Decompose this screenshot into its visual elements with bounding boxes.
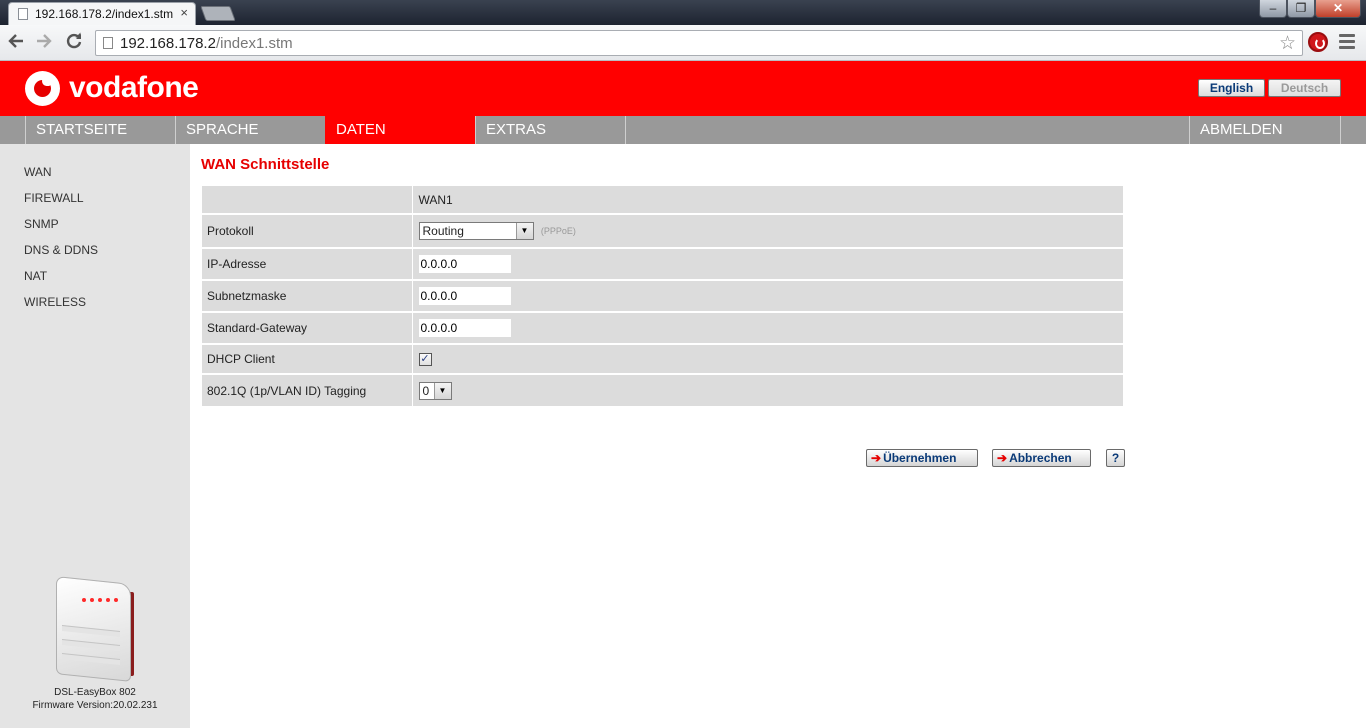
adblock-icon[interactable] bbox=[1308, 32, 1328, 52]
table-header-row: WAN1 bbox=[202, 186, 1123, 215]
tab-close-icon[interactable]: × bbox=[180, 5, 188, 21]
vlan-tagging-select[interactable]: 0 ▼ bbox=[418, 381, 452, 400]
star-icon[interactable]: ☆ bbox=[1279, 32, 1296, 55]
nav-extras[interactable]: EXTRAS bbox=[475, 116, 626, 144]
back-arrow-icon[interactable] bbox=[5, 32, 27, 54]
deutsch-language-button[interactable]: Deutsch bbox=[1268, 79, 1341, 97]
table-row: Subnetzmaske bbox=[202, 280, 1123, 313]
arrow-right-icon: ➔ bbox=[997, 451, 1008, 465]
dhcp-client-checkbox[interactable]: ✓ bbox=[418, 353, 432, 367]
nav-startseite[interactable]: STARTSEITE bbox=[25, 116, 176, 144]
protokoll-label: Protokoll bbox=[202, 214, 413, 249]
new-tab-button[interactable] bbox=[200, 6, 236, 21]
tab-title: 192.168.178.2/index1.stm bbox=[35, 7, 174, 21]
protokoll-select[interactable]: Routing ▼ bbox=[418, 222, 534, 240]
nav-daten[interactable]: DATEN bbox=[325, 116, 476, 144]
forward-arrow-icon[interactable] bbox=[33, 32, 55, 54]
chevron-down-icon: ▼ bbox=[515, 223, 533, 239]
sidebar-item-snmp[interactable]: SNMP bbox=[24, 217, 59, 231]
url-text: 192.168.178.2/index1.stm bbox=[120, 35, 293, 52]
site-header: vodafone English Deutsch bbox=[0, 61, 1366, 116]
dhcp-client-label: DHCP Client bbox=[202, 344, 413, 375]
arrow-right-icon: ➔ bbox=[871, 451, 882, 465]
subnet-mask-label: Subnetzmaske bbox=[202, 280, 413, 313]
help-button[interactable]: ? bbox=[1106, 449, 1125, 467]
window-close-button[interactable]: ✕ bbox=[1315, 0, 1361, 18]
subnet-mask-input[interactable] bbox=[418, 287, 511, 305]
nav-abmelden[interactable]: ABMELDEN bbox=[1189, 116, 1341, 144]
address-bar[interactable]: 192.168.178.2/index1.stm ☆ bbox=[95, 30, 1303, 56]
apply-button[interactable]: ➔ Übernehmen bbox=[866, 449, 978, 467]
cancel-button[interactable]: ➔ Abbrechen bbox=[992, 449, 1091, 467]
firmware-version: Firmware Version:20.02.231 bbox=[32, 700, 158, 711]
page-icon bbox=[103, 37, 113, 49]
wan-settings-table: WAN1 Protokoll Routing ▼ (PPPoE) IP-Adre… bbox=[202, 186, 1123, 408]
wan1-column-header: WAN1 bbox=[412, 186, 1123, 215]
sidebar-item-dns-ddns[interactable]: DNS & DDNS bbox=[24, 243, 98, 257]
ip-address-label: IP-Adresse bbox=[202, 248, 413, 281]
sidebar: WAN FIREWALL SNMP DNS & DDNS NAT WIRELES… bbox=[0, 144, 190, 728]
gateway-input[interactable] bbox=[418, 319, 511, 337]
browser-tabstrip: 192.168.178.2/index1.stm × – ❐ ✕ bbox=[0, 0, 1366, 25]
browser-toolbar: 192.168.178.2/index1.stm ☆ bbox=[0, 25, 1366, 61]
table-row: Protokoll Routing ▼ (PPPoE) bbox=[202, 214, 1123, 249]
chevron-down-icon: ▼ bbox=[433, 382, 451, 399]
sidebar-item-wan[interactable]: WAN bbox=[24, 165, 52, 179]
ip-address-input[interactable] bbox=[418, 255, 511, 273]
browser-tab[interactable]: 192.168.178.2/index1.stm × bbox=[8, 2, 196, 25]
page-title: WAN Schnittstelle bbox=[201, 156, 330, 173]
table-row: Standard-Gateway bbox=[202, 312, 1123, 345]
device-name: DSL-EasyBox 802 bbox=[54, 687, 136, 698]
sidebar-item-nat[interactable]: NAT bbox=[24, 269, 47, 283]
empty-header-cell bbox=[202, 186, 413, 215]
router-device-image bbox=[50, 576, 140, 682]
window-minimize-button[interactable]: – bbox=[1259, 0, 1287, 18]
logo-text: vodafone bbox=[69, 71, 199, 104]
table-row: 802.1Q (1p/VLAN ID) Tagging 0 ▼ bbox=[202, 374, 1123, 408]
nav-spacer bbox=[625, 116, 1190, 144]
table-row: IP-Adresse bbox=[202, 248, 1123, 281]
protokoll-hint: (PPPoE) bbox=[540, 226, 576, 236]
english-language-button[interactable]: English bbox=[1198, 79, 1265, 97]
window-maximize-button[interactable]: ❐ bbox=[1287, 0, 1315, 18]
vlan-tagging-label: 802.1Q (1p/VLAN ID) Tagging bbox=[202, 374, 413, 408]
nav-sprache[interactable]: SPRACHE bbox=[175, 116, 326, 144]
main-nav: STARTSEITE SPRACHE DATEN EXTRAS ABMELDEN bbox=[0, 116, 1366, 144]
vodafone-logo-icon bbox=[25, 71, 60, 106]
reload-icon[interactable] bbox=[63, 32, 85, 54]
hamburger-menu-icon[interactable] bbox=[1339, 34, 1355, 52]
table-row: DHCP Client ✓ bbox=[202, 344, 1123, 375]
gateway-label: Standard-Gateway bbox=[202, 312, 413, 345]
sidebar-item-firewall[interactable]: FIREWALL bbox=[24, 191, 84, 205]
sidebar-item-wireless[interactable]: WIRELESS bbox=[24, 295, 86, 309]
page-favicon-icon bbox=[18, 8, 28, 20]
